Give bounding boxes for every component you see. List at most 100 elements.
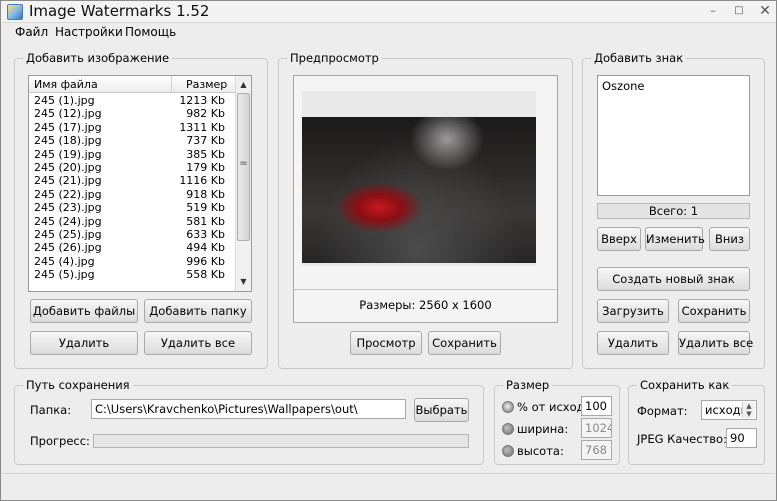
file-size: 633 Kb — [186, 227, 225, 241]
progress-bar — [93, 434, 469, 448]
edit-mark-button[interactable]: Изменить — [645, 227, 705, 251]
file-row[interactable]: 245 (25).jpg 633 Kb — [29, 228, 235, 241]
minimize-button[interactable]: – — [699, 1, 727, 22]
file-list-header: Имя файла Размер — [29, 76, 235, 93]
file-name: 245 (5).jpg — [34, 268, 95, 282]
file-row[interactable]: 245 (24).jpg 581 Kb — [29, 215, 235, 228]
file-size: 385 Kb — [186, 147, 225, 161]
column-filename[interactable]: Имя файла — [34, 78, 98, 91]
watermark-list-item[interactable]: Oszone — [602, 79, 644, 93]
save-path-group-title: Путь сохранения — [23, 378, 133, 392]
file-size: 1311 Kb — [179, 120, 225, 134]
size-group-title: Размер — [503, 378, 553, 392]
file-row[interactable]: 245 (17).jpg 1311 Kb — [29, 121, 235, 134]
add-folder-button[interactable]: Добавить папку — [144, 299, 252, 323]
menu-bar: Файл Настройки Помощь — [1, 23, 776, 43]
spinner-icon[interactable]: ▲ ▼ — [742, 402, 755, 418]
file-row[interactable]: 245 (22).jpg 918 Kb — [29, 188, 235, 201]
format-label: Формат: — [637, 404, 688, 418]
file-row[interactable]: 245 (19).jpg 385 Kb — [29, 148, 235, 161]
file-name: 245 (1).jpg — [34, 94, 95, 107]
file-size: 1116 Kb — [179, 174, 225, 188]
height-input[interactable]: 768 — [581, 440, 612, 460]
preview-canvas — [302, 91, 536, 266]
save-mark-button[interactable]: Сохранить — [678, 299, 750, 323]
preview-group-title: Предпросмотр — [287, 51, 382, 65]
height-radio[interactable] — [502, 445, 514, 457]
width-radio[interactable] — [502, 423, 514, 435]
height-label: высота: — [517, 444, 564, 458]
file-row[interactable]: 245 (1).jpg 1213 Kb — [29, 94, 235, 107]
file-name: 245 (26).jpg — [34, 241, 102, 255]
file-row[interactable]: 245 (23).jpg 519 Kb — [29, 201, 235, 214]
load-mark-button[interactable]: Загрузить — [597, 299, 669, 323]
move-up-button[interactable]: Вверх — [597, 227, 641, 251]
file-list-scrollbar[interactable]: ▲ = ▼ — [235, 76, 251, 291]
file-row[interactable]: 245 (12).jpg 982 Kb — [29, 107, 235, 120]
add-files-button[interactable]: Добавить файлы — [30, 299, 138, 323]
preview-frame: Размеры: 2560 x 1600 — [293, 75, 558, 323]
percent-radio[interactable] — [502, 401, 514, 413]
file-row[interactable]: 245 (20).jpg 179 Kb — [29, 161, 235, 174]
file-row[interactable]: 245 (21).jpg 1116 Kb — [29, 174, 235, 187]
folder-path-input[interactable]: C:\Users\Kravchenko\Pictures\Wallpapers\… — [91, 399, 406, 419]
file-name: 245 (4).jpg — [34, 254, 95, 268]
add-image-group-title: Добавить изображение — [23, 51, 173, 65]
delete-mark-button[interactable]: Удалить — [597, 331, 669, 355]
column-size[interactable]: Размер — [171, 76, 235, 93]
delete-all-marks-button[interactable]: Удалить все — [678, 331, 753, 355]
file-name: 245 (12).jpg — [34, 107, 102, 121]
scroll-up-arrow-icon[interactable]: ▲ — [236, 77, 251, 93]
preview-image — [302, 117, 536, 263]
file-size: 581 Kb — [186, 214, 225, 228]
menu-settings[interactable]: Настройки — [55, 25, 123, 39]
menu-help[interactable]: Помощь — [125, 25, 176, 39]
preview-divider — [294, 289, 557, 290]
watermark-list[interactable]: Oszone — [597, 75, 750, 196]
add-mark-group-title: Добавить знак — [591, 51, 687, 65]
save-as-group: Сохранить как — [628, 378, 765, 465]
file-size: 982 Kb — [186, 107, 225, 121]
width-input[interactable]: 1024 — [581, 418, 612, 438]
file-row[interactable]: 245 (18).jpg 737 Kb — [29, 134, 235, 147]
close-button[interactable]: ✕ — [751, 1, 777, 22]
file-list[interactable]: Имя файла Размер 245 (1).jpg 1213 Kb 245 (… — [28, 75, 252, 292]
file-name: 245 (22).jpg — [34, 187, 102, 201]
file-size: 996 Kb — [186, 254, 225, 268]
file-name: 245 (24).jpg — [34, 214, 102, 228]
jpeg-quality-input[interactable]: 90 — [726, 428, 757, 448]
scroll-down-arrow-icon[interactable]: ▼ — [236, 274, 251, 290]
file-size: 918 Kb — [186, 187, 225, 201]
progress-label: Прогресс: — [30, 434, 90, 448]
file-name: 245 (25).jpg — [34, 227, 102, 241]
preview-save-button[interactable]: Сохранить — [428, 331, 501, 355]
delete-files-button[interactable]: Удалить — [30, 331, 138, 355]
percent-input[interactable]: 100 — [581, 396, 612, 416]
maximize-button[interactable]: □ — [725, 1, 753, 22]
browse-button[interactable]: Выбрать — [414, 398, 469, 422]
jpeg-quality-label: JPEG Качество: — [637, 432, 727, 446]
file-row[interactable]: 245 (5).jpg 558 Kb — [29, 268, 235, 281]
scrollbar-thumb[interactable]: = — [237, 93, 250, 241]
save-path-group: Путь сохранения — [14, 378, 484, 465]
percent-label: % от исход: — [517, 400, 589, 414]
file-name: 245 (17).jpg — [34, 120, 102, 134]
file-size: 179 Kb — [186, 160, 225, 174]
width-label: ширина: — [517, 422, 569, 436]
file-name: 245 (19).jpg — [34, 147, 102, 161]
file-name: 245 (20).jpg — [34, 160, 102, 174]
window-title: Image Watermarks 1.52 — [29, 2, 210, 20]
file-row[interactable]: 245 (26).jpg 494 Kb — [29, 241, 235, 254]
file-name: 245 (23).jpg — [34, 201, 102, 215]
format-select[interactable]: исходн ▲ ▼ — [701, 400, 757, 420]
app-icon — [7, 4, 23, 20]
app-window: Image Watermarks 1.52 – □ ✕ Файл Настрой… — [0, 0, 777, 501]
create-mark-button[interactable]: Создать новый знак — [597, 267, 750, 291]
file-row[interactable]: 245 (4).jpg 996 Kb — [29, 255, 235, 268]
watermark-total: Всего: 1 — [597, 203, 750, 219]
view-button[interactable]: Просмотр — [350, 331, 422, 355]
file-size: 1213 Kb — [179, 94, 225, 107]
menu-file[interactable]: Файл — [15, 25, 48, 39]
delete-all-files-button[interactable]: Удалить все — [144, 331, 252, 355]
move-down-button[interactable]: Вниз — [709, 227, 750, 251]
